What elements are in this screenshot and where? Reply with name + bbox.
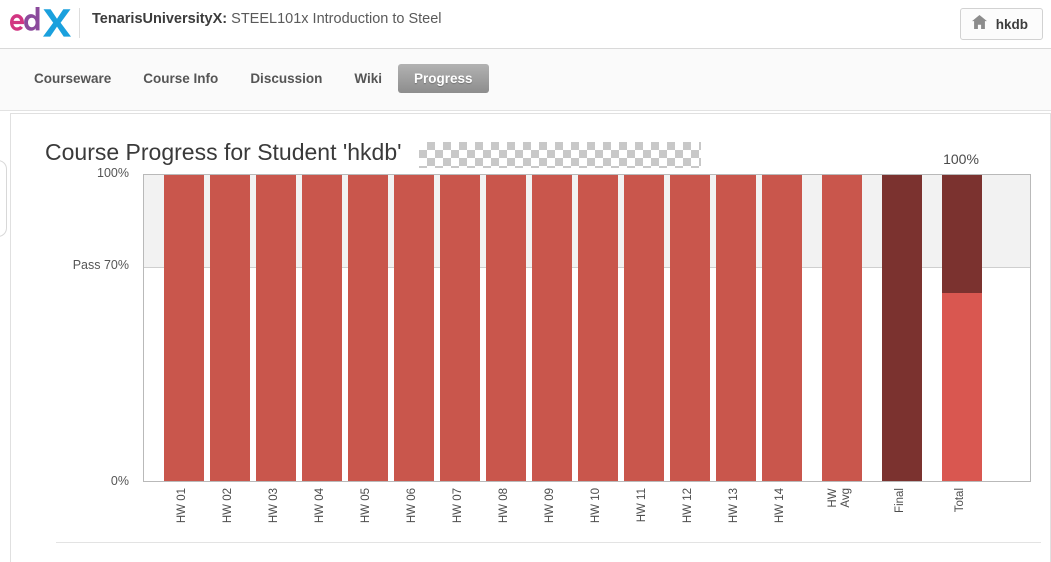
chart-bar-segment	[822, 174, 862, 481]
x-tick-label: HW 01	[176, 488, 188, 523]
home-icon-glyph	[972, 15, 987, 29]
x-tick-label-line: HW	[827, 488, 840, 508]
nav-tabs: CoursewareCourse InfoDiscussionWikiProgr…	[18, 64, 489, 93]
x-tick-label: HW 14	[774, 488, 786, 523]
chart-bar-segment	[942, 174, 982, 293]
y-tick-label: 100%	[97, 166, 129, 180]
tab-wiki[interactable]: Wiki	[338, 64, 398, 93]
y-tick-label: 0%	[111, 474, 129, 488]
chart-bar[interactable]	[486, 174, 526, 481]
course-title: TenarisUniversityX: STEEL101x Introducti…	[92, 11, 442, 27]
chart-bar-segment	[716, 174, 756, 481]
x-tick-label: HW 07	[452, 488, 464, 523]
chart-bar[interactable]	[578, 174, 618, 481]
x-tick-label: HW 06	[406, 488, 418, 523]
course-nav-bar: CoursewareCourse InfoDiscussionWikiProgr…	[0, 49, 1051, 111]
edx-logo[interactable]	[10, 7, 72, 37]
chart-bar[interactable]	[716, 174, 756, 481]
chart-bar-segment	[762, 174, 802, 481]
chart-bar[interactable]	[394, 174, 434, 481]
chart-bar[interactable]	[670, 174, 710, 481]
home-icon	[972, 15, 987, 34]
chart-bar[interactable]	[532, 174, 572, 481]
x-tick-label: Total	[954, 488, 966, 512]
chart-bar-segment	[532, 174, 572, 481]
chart-bar[interactable]	[210, 174, 250, 481]
chart-bar-segment	[882, 174, 922, 481]
left-edge-tab-handle[interactable]	[0, 160, 7, 237]
chart-bar-segment	[348, 174, 388, 481]
x-tick-label: HW 13	[728, 488, 740, 523]
x-tick-label: HW 04	[314, 488, 326, 523]
site-header: TenarisUniversityX: STEEL101x Introducti…	[0, 0, 1051, 49]
tab-progress[interactable]: Progress	[398, 64, 489, 93]
section-divider	[56, 542, 1041, 543]
x-tick-label: Final	[894, 488, 906, 513]
tab-course-info[interactable]: Course Info	[127, 64, 234, 93]
chart-bar-segment	[302, 174, 342, 481]
tab-discussion[interactable]: Discussion	[234, 64, 338, 93]
page-title: Course Progress for Student 'hkdb'	[45, 139, 402, 166]
x-tick-label: HW 12	[682, 488, 694, 523]
chart-bar-segment	[624, 174, 664, 481]
progress-chart: 100%Pass 70%0% HW 01HW 02HW 03HW 04HW 05…	[143, 174, 1031, 482]
chart-bar-segment	[210, 174, 250, 481]
x-tick-label: HW 05	[360, 488, 372, 523]
chart-bar[interactable]	[624, 174, 664, 481]
chart-plot-area	[143, 174, 1031, 482]
chart-bar-segment	[256, 174, 296, 481]
x-tick-label: HW 10	[590, 488, 602, 523]
chart-bar[interactable]	[942, 174, 982, 481]
username-label: hkdb	[996, 17, 1028, 32]
x-tick-label: HW 08	[498, 488, 510, 523]
chart-bar-segment	[164, 174, 204, 481]
tab-courseware[interactable]: Courseware	[18, 64, 127, 93]
chart-annotation-100: 100%	[941, 151, 981, 167]
chart-bar[interactable]	[882, 174, 922, 481]
chart-bar[interactable]	[256, 174, 296, 481]
chart-bar-segment	[440, 174, 480, 481]
chart-bar-segment	[578, 174, 618, 481]
y-axis-labels: 100%Pass 70%0%	[17, 174, 137, 482]
chart-bar[interactable]	[164, 174, 204, 481]
course-org: TenarisUniversityX:	[92, 11, 227, 27]
x-tick-label: HW 03	[268, 488, 280, 523]
course-name: STEEL101x Introduction to Steel	[227, 11, 441, 27]
x-tick-label-line: Avg	[840, 488, 853, 508]
chart-bar[interactable]	[302, 174, 342, 481]
y-tick-label: Pass 70%	[73, 258, 129, 272]
chart-bar-segment	[486, 174, 526, 481]
x-tick-label: HW 02	[222, 488, 234, 523]
broken-image-placeholder	[419, 142, 701, 168]
chart-bar[interactable]	[822, 174, 862, 481]
user-menu-button[interactable]: hkdb	[960, 8, 1043, 40]
x-tick-label: HWAvg	[827, 488, 853, 508]
chart-bar-segment	[670, 174, 710, 481]
x-tick-label: HW 11	[636, 488, 648, 522]
chart-bar[interactable]	[348, 174, 388, 481]
edx-logo-icon	[10, 7, 72, 37]
chart-bar-segment	[942, 293, 982, 481]
chart-bar[interactable]	[762, 174, 802, 481]
x-tick-label: HW 09	[544, 488, 556, 523]
chart-bar-segment	[394, 174, 434, 481]
progress-panel: Course Progress for Student 'hkdb' 100%P…	[10, 113, 1051, 562]
chart-bar[interactable]	[440, 174, 480, 481]
header-divider	[79, 8, 80, 38]
